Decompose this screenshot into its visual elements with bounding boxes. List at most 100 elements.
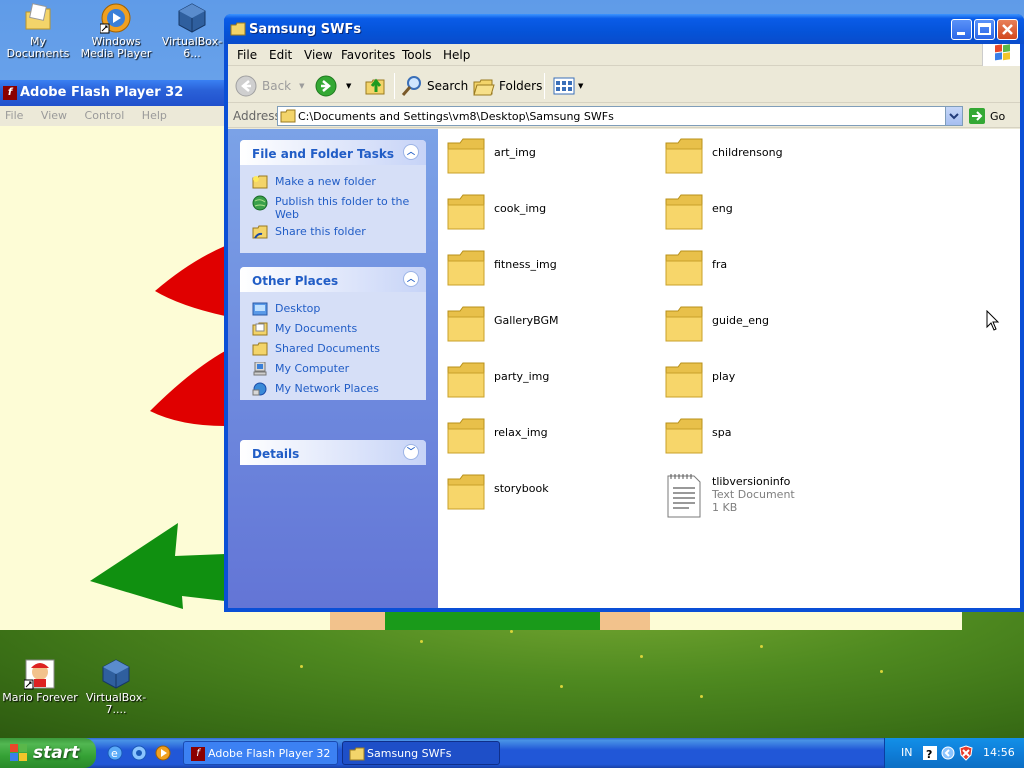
taskbar-button-flash-player[interactable]: f Adobe Flash Player 32 (183, 741, 338, 765)
folder-item[interactable]: GalleryBGM (446, 303, 656, 347)
tray-chevron-icon[interactable] (941, 746, 955, 760)
address-bar: Address C:\Documents and Settings\vm8\De… (228, 104, 1020, 128)
security-shield-icon[interactable] (959, 745, 973, 761)
go-button[interactable]: Go (968, 106, 1016, 126)
menu-file[interactable]: File (237, 48, 257, 62)
menu-favorites[interactable]: Favorites (341, 48, 395, 62)
forward-button[interactable]: ▼ (314, 73, 351, 99)
address-input[interactable]: C:\Documents and Settings\vm8\Desktop\Sa… (277, 106, 963, 126)
chevron-down-icon (949, 113, 959, 120)
folder-item[interactable]: play (664, 359, 874, 403)
red-arrow-shape (155, 246, 225, 316)
folder-item[interactable]: cook_img (446, 191, 656, 235)
language-indicator[interactable]: IN (901, 746, 912, 759)
collapse-chevron-icon[interactable]: ︿ (403, 144, 419, 160)
folder-item[interactable]: storybook (446, 471, 656, 515)
media-player-icon (99, 2, 132, 34)
task-label: Make a new folder (275, 175, 376, 188)
close-button[interactable] (997, 19, 1018, 40)
folder-icon (230, 22, 246, 40)
address-dropdown-button[interactable] (945, 107, 962, 125)
details-panel: Details ﹀ (240, 440, 426, 465)
place-desktop[interactable]: Desktop (240, 302, 426, 322)
folder-item[interactable]: fitness_img (446, 247, 656, 291)
collapse-chevron-icon[interactable]: ︿ (403, 271, 419, 287)
other-places-header[interactable]: Other Places ︿ (240, 267, 426, 292)
file-name: play (712, 370, 736, 383)
documents-icon (252, 322, 268, 336)
taskbar-button-samsung-swfs[interactable]: Samsung SWFs (342, 741, 500, 765)
desktop-icon-my-documents[interactable]: My Documents (0, 2, 76, 60)
folder-icon (664, 417, 704, 458)
menu-edit[interactable]: Edit (269, 48, 292, 62)
file-folder-tasks-header[interactable]: File and Folder Tasks ︿ (240, 140, 426, 165)
task-publish-folder-web[interactable]: Publish this folder to the Web (240, 195, 426, 221)
task-make-new-folder[interactable]: Make a new folder (240, 175, 426, 195)
flash-logo-icon: f (3, 86, 17, 100)
desktop-icon-virtualbox-6[interactable]: VirtualBox-6... (154, 2, 230, 60)
help-icon[interactable]: ? (923, 746, 937, 760)
folders-button[interactable]: Folders (472, 73, 542, 99)
start-button[interactable]: start (0, 738, 96, 768)
place-shared-documents[interactable]: Shared Documents (240, 342, 426, 362)
globe-icon (252, 195, 268, 211)
place-my-network-places[interactable]: My Network Places (240, 382, 426, 402)
flash-menu-help[interactable]: Help (142, 109, 167, 122)
folder-item[interactable]: guide_eng (664, 303, 874, 347)
browser-icon[interactable] (130, 744, 148, 762)
go-arrow-icon (969, 108, 985, 124)
menu-help[interactable]: Help (443, 48, 470, 62)
folder-icon (446, 473, 486, 514)
go-label: Go (990, 109, 1006, 123)
flash-menu-control[interactable]: Control (85, 109, 125, 122)
explorer-window-title: Samsung SWFs (249, 22, 362, 37)
details-title: Details (252, 447, 300, 461)
file-name: guide_eng (712, 314, 769, 327)
clock[interactable]: 14:56 (983, 746, 1015, 759)
views-dropdown-icon[interactable]: ▼ (578, 82, 583, 90)
desktop-icon-mario-forever[interactable]: Mario Forever (2, 658, 78, 704)
folder-icon (446, 249, 486, 290)
explorer-title-bar[interactable]: Samsung SWFs (224, 14, 1024, 44)
green-arrow-shape (90, 523, 225, 609)
folder-item[interactable]: spa (664, 415, 874, 459)
folder-content-view[interactable]: art_img cook_img fitness_img GalleryBGM … (438, 129, 1020, 608)
folder-item[interactable]: art_img (446, 135, 656, 179)
maximize-button[interactable] (974, 19, 995, 40)
folder-item[interactable]: eng (664, 191, 874, 235)
views-button[interactable]: ▼ (552, 73, 583, 99)
file-name: spa (712, 426, 732, 439)
place-my-documents[interactable]: My Documents (240, 322, 426, 342)
place-my-computer[interactable]: My Computer (240, 361, 426, 382)
file-name: art_img (494, 146, 536, 159)
back-dropdown-icon[interactable]: ▼ (299, 82, 304, 90)
flash-menu-view[interactable]: View (41, 109, 67, 122)
task-share-folder[interactable]: Share this folder (240, 225, 426, 245)
folder-item[interactable]: fra (664, 247, 874, 291)
file-name: eng (712, 202, 733, 215)
flash-menu-file[interactable]: File (5, 109, 23, 122)
expand-chevron-icon[interactable]: ﹀ (403, 444, 419, 460)
minimize-button[interactable] (951, 19, 972, 40)
explorer-window[interactable]: Samsung SWFs File Edit View Favorites To… (224, 14, 1024, 612)
search-button[interactable]: Search (400, 73, 468, 99)
file-name: fra (712, 258, 728, 271)
menu-tools[interactable]: Tools (402, 48, 432, 62)
internet-explorer-icon[interactable]: e (106, 744, 124, 762)
details-header[interactable]: Details ﹀ (240, 440, 426, 465)
folder-item[interactable]: childrensong (664, 135, 874, 179)
menu-view[interactable]: View (304, 48, 332, 62)
desktop-icon-windows-media-player[interactable]: Windows Media Player (78, 2, 154, 60)
up-folder-button[interactable] (364, 73, 388, 99)
folder-icon (446, 361, 486, 402)
folder-item[interactable]: party_img (446, 359, 656, 403)
explorer-toolbar: Back ▼ ▼ Search Folders ▼ (228, 67, 1020, 103)
taskbar-button-label: Samsung SWFs (367, 747, 452, 760)
back-button[interactable]: Back ▼ (234, 73, 305, 99)
text-file-item[interactable]: tlibversioninfo Text Document 1 KB (664, 471, 874, 521)
other-places-panel: Other Places ︿ Desktop My Documents Shar… (240, 267, 426, 400)
folder-item[interactable]: relax_img (446, 415, 656, 459)
desktop-icon-virtualbox-7[interactable]: VirtualBox-7.... (78, 658, 154, 716)
forward-dropdown-icon[interactable]: ▼ (346, 82, 351, 90)
media-player-icon[interactable] (154, 744, 172, 762)
